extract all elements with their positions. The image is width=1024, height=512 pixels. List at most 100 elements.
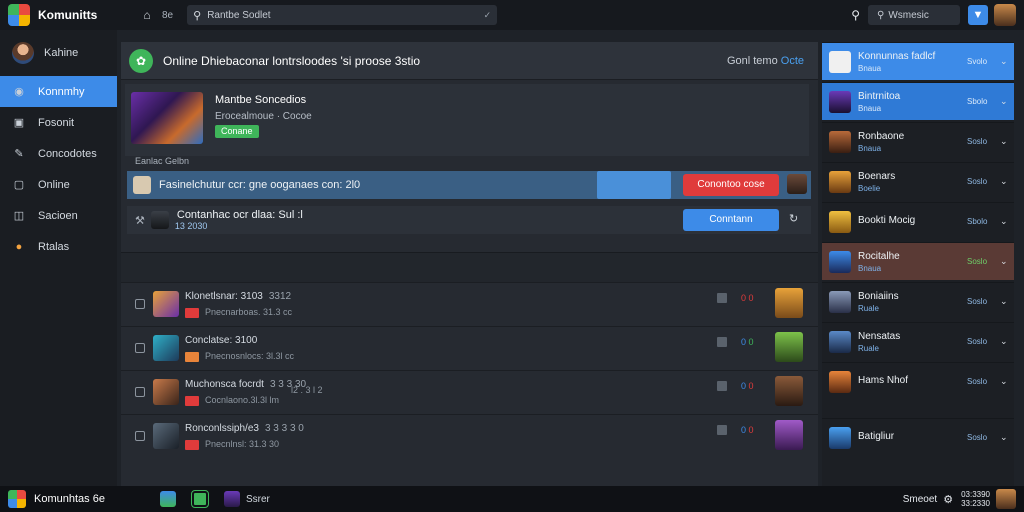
taskbar-logo[interactable] bbox=[8, 490, 26, 508]
chevron-down-icon[interactable]: ⌄ bbox=[1000, 376, 1008, 387]
friend-item[interactable]: Batigliur Soslo ⌄ bbox=[822, 418, 1014, 456]
row-action-icon[interactable] bbox=[717, 337, 727, 347]
chevron-down-icon[interactable]: ⌄ bbox=[1000, 336, 1008, 347]
row-action-icon[interactable] bbox=[717, 381, 727, 391]
list-item[interactable]: Klonetlsnar: 3103 3312 Pnecnarboas. 31.3 … bbox=[121, 282, 818, 326]
sidebar-profile[interactable]: Kahine bbox=[0, 30, 117, 76]
friend-sub: Bnaua bbox=[858, 103, 882, 113]
list-item[interactable]: Muchonsca focrdt 3 3 3 30 Cocnlaono.3l.3l… bbox=[121, 370, 818, 414]
friend-item[interactable]: Konnunnas fadlcf Bnaua Svolo ⌄ bbox=[822, 42, 1014, 80]
sidebar-item-rtalas[interactable]: ● Rtalas bbox=[0, 231, 117, 262]
clock: 03:3390 33:2330 bbox=[961, 490, 990, 508]
friend-item[interactable]: Ronbaone Bnaua Soslo ⌄ bbox=[822, 122, 1014, 160]
request-row[interactable]: Fasinelchutur ccr: gne ooganaes con: 2l0… bbox=[127, 171, 811, 199]
home-icon[interactable]: ⌂ bbox=[140, 8, 154, 22]
pair-b: 0 bbox=[748, 381, 754, 391]
request-avatar bbox=[150, 211, 169, 229]
friend-item[interactable]: Boenars Boelie Soslo ⌄ bbox=[822, 162, 1014, 200]
gamepad-icon: ◫ bbox=[13, 209, 25, 222]
row-name-text: Conclatse: 3100 bbox=[185, 335, 258, 346]
chevron-down-icon[interactable]: ⌄ bbox=[1000, 136, 1008, 147]
friends-panel: Konnunnas fadlcf Bnaua Svolo ⌄ Bintrnitoa… bbox=[822, 42, 1014, 486]
row-action-icon[interactable] bbox=[717, 293, 727, 303]
friend-item[interactable]: Bintrnitoa Bnaua Sbolo ⌄ bbox=[822, 82, 1014, 120]
row-name: Klonetlsnar: 3103 3312 bbox=[185, 291, 291, 302]
friend-sub: Bnaua bbox=[858, 263, 882, 273]
featured-card[interactable]: Mantbe Soncedios Erocealmoue · Cocoe Con… bbox=[125, 84, 809, 156]
friend-status: Soslo bbox=[967, 377, 988, 386]
chevron-down-icon[interactable]: ⌄ bbox=[1000, 216, 1008, 227]
friend-item[interactable]: Boniaiins Ruale Soslo ⌄ bbox=[822, 282, 1014, 320]
friend-item[interactable]: Bookti Mocig Sbolo ⌄ bbox=[822, 202, 1014, 240]
list-item[interactable]: Conclatse: 3100 Pnecnosnlocs: 3l.3l cc 0… bbox=[121, 326, 818, 370]
monitor-icon: ▢ bbox=[13, 178, 25, 191]
taskbar-app-name[interactable]: Komunhtas 6e bbox=[34, 493, 144, 505]
chevron-down-icon[interactable]: ⌄ bbox=[1000, 432, 1008, 443]
taskbar-app-icon[interactable] bbox=[224, 491, 240, 507]
friend-avatar bbox=[829, 290, 851, 313]
taskbar-app-icon[interactable] bbox=[191, 490, 209, 508]
friend-item[interactable]: Rocitalhe Bnaua Soslo ⌄ bbox=[822, 242, 1014, 280]
friend-name: Nensatas bbox=[858, 330, 901, 342]
friend-avatar bbox=[829, 210, 851, 233]
leaf-icon: ✿ bbox=[129, 48, 153, 73]
chevron-down-icon[interactable]: ⌄ bbox=[1000, 296, 1008, 307]
sidebar-item-online[interactable]: ▢ Online bbox=[0, 169, 117, 200]
row-checkbox[interactable] bbox=[135, 299, 145, 309]
friend-avatar bbox=[829, 130, 851, 153]
row-action-icon[interactable] bbox=[717, 425, 727, 435]
row-thumbnail bbox=[153, 423, 179, 449]
row-checkbox[interactable] bbox=[135, 387, 145, 397]
friend-item[interactable]: Nensatas Ruale Soslo ⌄ bbox=[822, 322, 1014, 360]
notifications-button[interactable]: ▼ bbox=[968, 5, 988, 25]
flag-icon bbox=[185, 308, 199, 318]
request-progress-bar bbox=[597, 171, 671, 199]
request-text: Fasinelchutur ccr: gne ooganaes con: 2l0 bbox=[159, 179, 361, 191]
sidebar-item-sacioen[interactable]: ◫ Sacioen bbox=[0, 200, 117, 231]
chevron-down-icon[interactable]: ⌄ bbox=[1000, 256, 1008, 267]
pair-b: 0 bbox=[748, 425, 754, 435]
request-text: Contanhac ocr dlaa: Sul :l bbox=[176, 209, 303, 221]
user-avatar[interactable] bbox=[994, 4, 1016, 26]
list-item[interactable]: Ronconlssiph/e3 3 3 3 3 0 Pnecnlnsl: 31.3… bbox=[121, 414, 818, 458]
friend-avatar bbox=[829, 250, 851, 273]
taskbar-app-icon[interactable] bbox=[160, 491, 176, 507]
row-checkbox[interactable] bbox=[135, 431, 145, 441]
request-row[interactable]: ⚒ Contanhac ocr dlaa: Sul :l 13 2030 Con… bbox=[127, 206, 811, 234]
chevron-down-icon[interactable]: ⌄ bbox=[1000, 176, 1008, 187]
row-name-text: Klonetlsnar: 3103 bbox=[185, 291, 263, 302]
friend-item[interactable]: Hams Nhof Soslo ⌄ bbox=[822, 362, 1014, 400]
friend-sub: Bnaua bbox=[858, 143, 882, 153]
sidebar-item-fosonit[interactable]: ▣ Fosonit bbox=[0, 107, 117, 138]
chevron-down-icon[interactable]: ⌄ bbox=[1000, 56, 1008, 67]
refresh-icon[interactable]: ↻ bbox=[789, 212, 798, 225]
search-input[interactable]: ⚲ Rantbe Sodlet ✓ bbox=[187, 5, 498, 25]
pair-b: 0 bbox=[748, 337, 754, 347]
row-name-text: Muchonsca focrdt bbox=[185, 379, 264, 390]
friend-name: Boniaiins bbox=[858, 290, 899, 302]
header-link-text: Gonl temo bbox=[726, 54, 778, 67]
row-avatar bbox=[775, 288, 803, 318]
top-tab[interactable]: 8e bbox=[162, 10, 173, 21]
featured-badge[interactable]: Conane bbox=[215, 125, 259, 138]
settings-icon[interactable]: ⚙ bbox=[943, 493, 953, 506]
friend-sub: Boelie bbox=[858, 183, 881, 193]
right-search-input[interactable]: ⚲ Wsmesic bbox=[868, 5, 960, 25]
row-checkbox[interactable] bbox=[135, 343, 145, 353]
sidebar-item-concodotes[interactable]: ✎ Concodotes bbox=[0, 138, 117, 169]
search-icon-right[interactable]: ⚲ bbox=[851, 8, 860, 22]
camera-icon: ▣ bbox=[13, 116, 25, 129]
sidebar-item-konnmhy[interactable]: ◉ Konnmhy bbox=[0, 76, 117, 107]
list-header-row bbox=[121, 252, 818, 282]
row-meta: Pnecnlnsl: 31.3 30 bbox=[205, 439, 280, 449]
chevron-down-icon[interactable]: ⌄ bbox=[1000, 96, 1008, 107]
main-panel: ✿ Online Dhiebaconar lontrsloodes 'si pr… bbox=[121, 42, 818, 486]
friend-avatar bbox=[829, 426, 851, 449]
header-link[interactable]: Gonl temo Octe bbox=[727, 55, 804, 67]
row-meta: Pnecnarboas. 31.3 cc bbox=[205, 307, 293, 317]
decline-button[interactable]: Conontoo cose bbox=[683, 174, 779, 196]
taskbar-avatar[interactable] bbox=[996, 489, 1016, 509]
taskbar-label: Ssrer bbox=[246, 493, 270, 505]
confirm-button[interactable]: Conntann bbox=[683, 209, 779, 231]
main-header: ✿ Online Dhiebaconar lontrsloodes 'si pr… bbox=[121, 42, 818, 80]
